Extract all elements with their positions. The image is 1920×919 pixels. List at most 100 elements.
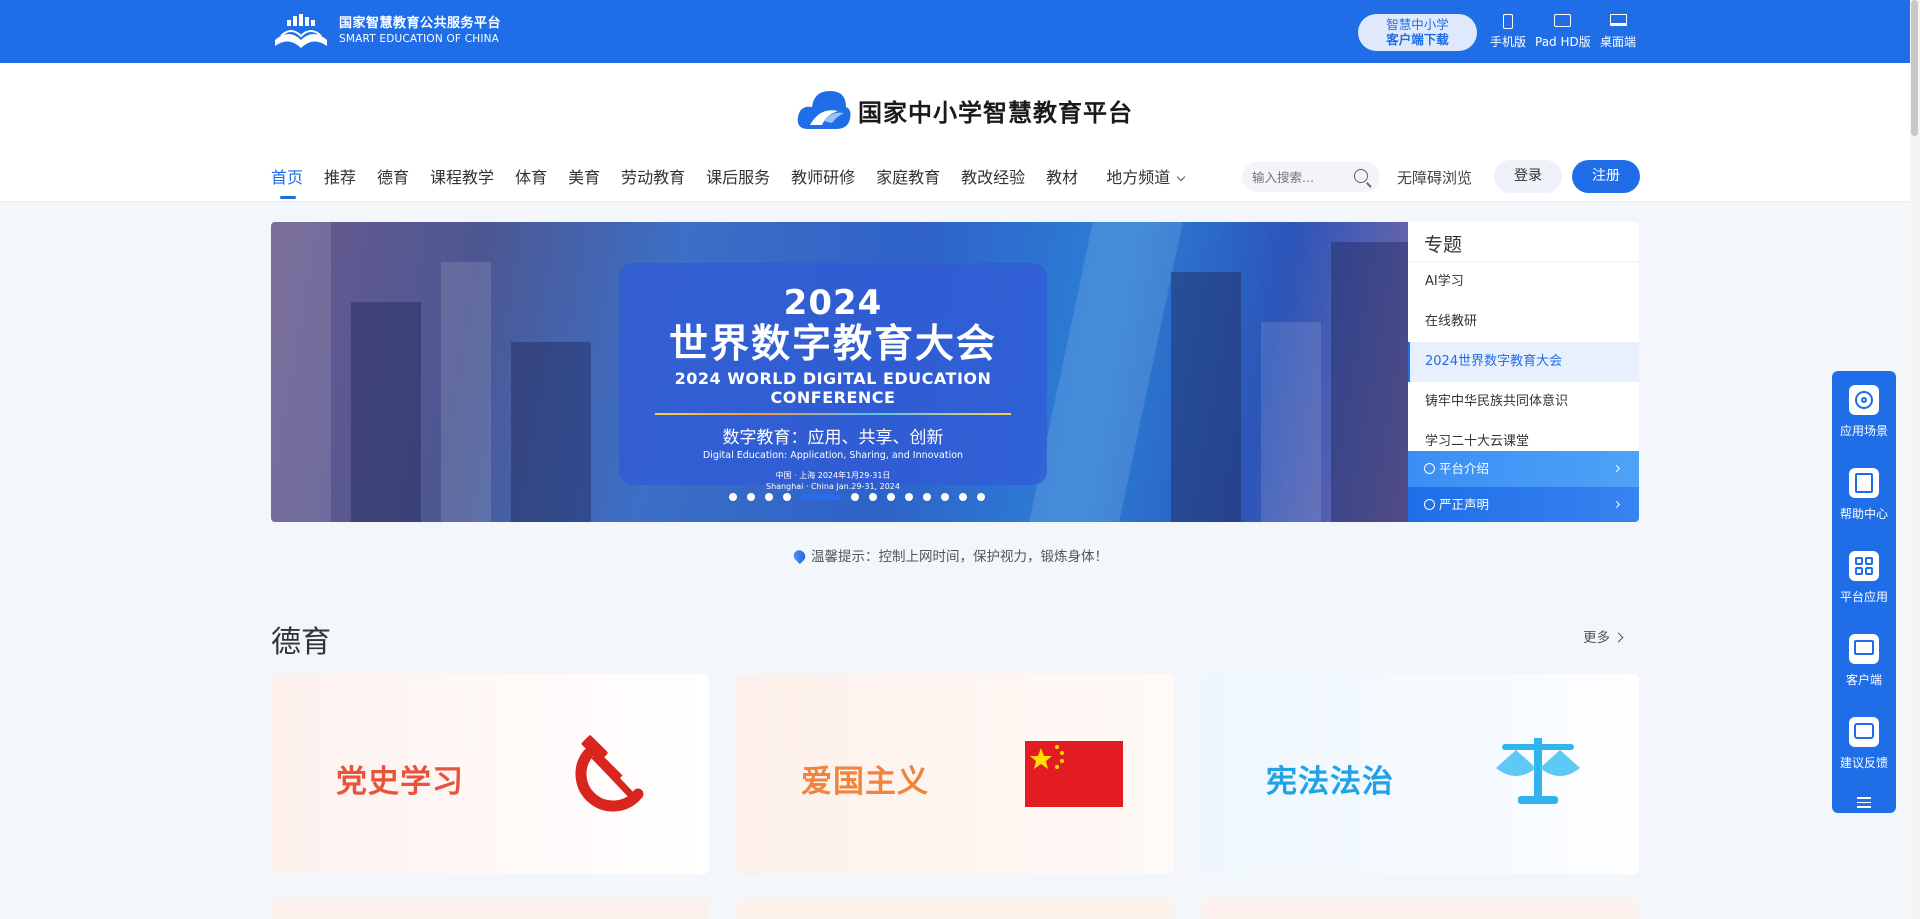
carousel-dot[interactable]: [869, 493, 877, 501]
float-item-help[interactable]: 帮助中心: [1832, 468, 1896, 522]
device-desktop-label: 桌面端: [1600, 35, 1637, 49]
carousel-dot[interactable]: [887, 493, 895, 501]
carousel-dot[interactable]: [783, 493, 791, 501]
device-phone-link[interactable]: 手机版: [1490, 14, 1526, 50]
nav-item-arts[interactable]: 美育: [568, 164, 600, 202]
device-pad-label: Pad HD版: [1535, 35, 1591, 49]
app-download-button[interactable]: 智慧中小学 客户端下载: [1358, 14, 1477, 51]
tip-text: 温馨提示：控制上网时间，保护视力，锻炼身体！: [811, 549, 1108, 565]
carousel-dot[interactable]: [729, 493, 737, 501]
nav-item-after-school[interactable]: 课后服务: [706, 164, 770, 202]
banner-subtitle: 数字教育：应用、共享、创新: [722, 428, 944, 448]
carousel-dots: [729, 493, 995, 501]
float-item-label: 应用场景: [1839, 424, 1888, 438]
carousel-dot[interactable]: [765, 493, 773, 501]
card-label: 宪法法治: [1266, 764, 1394, 800]
search-box: [1242, 162, 1380, 192]
platform-intro-link[interactable]: 平台介绍: [1408, 451, 1639, 487]
float-item-label: 帮助中心: [1839, 507, 1888, 521]
float-item-scenes[interactable]: 应用场景: [1832, 385, 1896, 439]
brand-title: 国家中小学智慧教育平台: [858, 97, 1133, 127]
search-input[interactable]: [1252, 162, 1352, 192]
card-party-history[interactable]: 党史学习: [271, 674, 709, 874]
platform-intro-label: 平台介绍: [1439, 461, 1490, 476]
float-item-feedback[interactable]: 建议反馈: [1832, 717, 1896, 771]
phone-icon: [1503, 14, 1513, 29]
nav-item-moral[interactable]: 德育: [377, 164, 409, 202]
float-item-label: 客户端: [1845, 673, 1882, 687]
float-toolbar: 应用场景 帮助中心 平台应用 客户端 建议反馈: [1832, 371, 1896, 813]
laptop-icon: [1609, 14, 1627, 26]
banner-subtitle-en: Digital Education: Application, Sharing,…: [702, 450, 964, 461]
carousel-dot[interactable]: [923, 493, 931, 501]
scrollbar-thumb[interactable]: [1911, 0, 1918, 136]
float-item-apps[interactable]: 平台应用: [1832, 551, 1896, 605]
page-scrollbar[interactable]: [1910, 0, 1920, 919]
statement-link[interactable]: 严正声明: [1408, 487, 1639, 522]
banner-bg-shape: [351, 302, 421, 522]
chevron-right-icon: [1612, 464, 1621, 473]
topic-item[interactable]: AI学习: [1408, 262, 1639, 302]
nav-item-recommend[interactable]: 推荐: [324, 164, 356, 202]
carousel-dot[interactable]: [959, 493, 967, 501]
chevron-right-icon: [1613, 632, 1624, 643]
card-patriotism[interactable]: 爱国主义: [736, 674, 1174, 874]
banner-card: 2024 世界数字教育大会 2024 WORLD DIGITAL EDUCATI…: [619, 263, 1047, 491]
topic-item[interactable]: 在线教研: [1408, 302, 1639, 342]
banner-year: 2024: [783, 283, 883, 323]
banner-bg-shape: [1171, 272, 1241, 522]
nav-item-family[interactable]: 家庭教育: [876, 164, 940, 202]
topic-item[interactable]: 铸牢中华民族共同体意识: [1408, 382, 1639, 422]
card-row-next: [1201, 898, 1639, 919]
scales-icon: [1496, 738, 1580, 804]
float-item-client[interactable]: 客户端: [1832, 634, 1896, 688]
nav-item-textbooks[interactable]: 教材: [1046, 164, 1078, 202]
nav-item-reform[interactable]: 教改经验: [961, 164, 1025, 202]
banner-bg-shape: [1029, 222, 1183, 522]
check-circle-icon: [1424, 499, 1435, 510]
topic-item-active[interactable]: 2024世界数字教育大会: [1408, 342, 1639, 382]
nav-item-sports[interactable]: 体育: [515, 164, 547, 202]
card-label: 党史学习: [336, 764, 464, 800]
banner-title-en: 2024 WORLD DIGITAL EDUCATION CONFERENCE: [674, 369, 992, 407]
hammer-sickle-icon: [575, 735, 644, 812]
main-nav: 首页 推荐 德育 课程教学 体育 美育 劳动教育 课后服务 教师研修 家庭教育 …: [271, 164, 1205, 202]
banner-divider: [655, 413, 1011, 415]
menu-icon[interactable]: [1857, 797, 1871, 811]
carousel-dot[interactable]: [905, 493, 913, 501]
nav-item-local-channel[interactable]: 地方频道: [1106, 164, 1186, 202]
nav-item-home[interactable]: 首页: [271, 164, 303, 202]
card-constitution-law[interactable]: 宪法法治: [1201, 674, 1639, 874]
tablet-icon: [1554, 14, 1572, 27]
more-link[interactable]: 更多: [1583, 626, 1624, 646]
carousel-dot[interactable]: [941, 493, 949, 501]
banner-bg-shape: [511, 342, 591, 522]
app-download-line2: 客户端下载: [1386, 32, 1449, 47]
logo-title-cn: 国家智慧教育公共服务平台: [339, 16, 502, 31]
app-download-line1: 智慧中小学: [1386, 17, 1449, 32]
hero-banner[interactable]: 2024 世界数字教育大会 2024 WORLD DIGITAL EDUCATI…: [271, 222, 1408, 522]
carousel-dot[interactable]: [851, 493, 859, 501]
search-icon[interactable]: [1354, 169, 1368, 183]
nav-item-teacher-training[interactable]: 教师研修: [791, 164, 855, 202]
brand[interactable]: 国家中小学智慧教育平台: [796, 85, 1133, 135]
cloud-logo-icon: [797, 91, 851, 129]
carousel-dot[interactable]: [977, 493, 985, 501]
book-logo-icon: [275, 14, 327, 48]
top-bar: 国家智慧教育公共服务平台 SMART EDUCATION OF CHINA 智慧…: [0, 0, 1910, 63]
carousel-dot-active[interactable]: [801, 494, 841, 500]
nav-item-labor[interactable]: 劳动教育: [621, 164, 685, 202]
banner-title: 世界数字教育大会: [668, 322, 997, 367]
banner-bg-shape: [1331, 242, 1408, 522]
apps-grid-icon: [1849, 551, 1879, 581]
device-pad-link[interactable]: Pad HD版: [1535, 14, 1591, 50]
register-button[interactable]: 注册: [1572, 160, 1640, 193]
chevron-down-icon: [1176, 172, 1186, 182]
nav-item-courses[interactable]: 课程教学: [430, 164, 494, 202]
carousel-dot[interactable]: [747, 493, 755, 501]
accessible-browse-link[interactable]: 无障碍浏览: [1397, 167, 1472, 188]
login-button[interactable]: 登录: [1494, 160, 1562, 193]
device-desktop-link[interactable]: 桌面端: [1600, 14, 1636, 50]
banner-place-en: Shanghai · China Jan.29-31, 2024: [766, 482, 900, 491]
platform-logo[interactable]: 国家智慧教育公共服务平台 SMART EDUCATION OF CHINA: [271, 10, 501, 52]
